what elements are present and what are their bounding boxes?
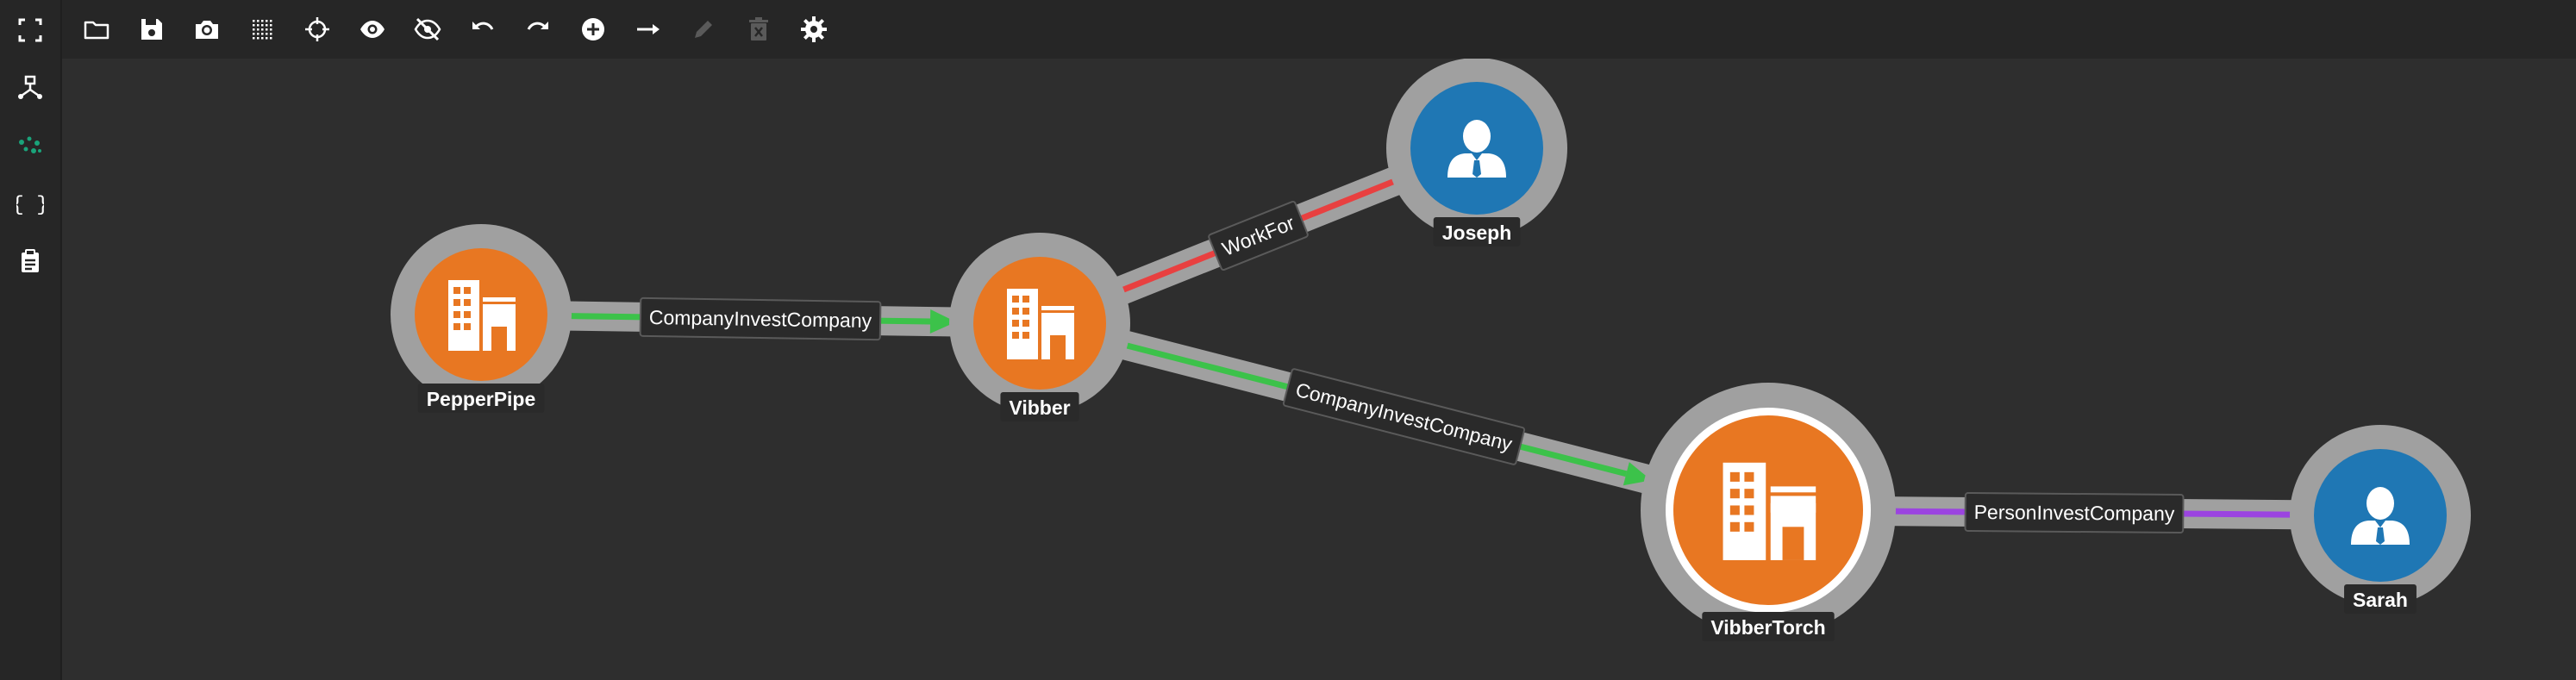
- svg-text:{ }: { }: [16, 194, 44, 217]
- fullscreen-icon: [18, 18, 42, 42]
- sidebar-graph-schema-button[interactable]: [13, 71, 47, 105]
- left-sidebar: { }: [0, 0, 62, 680]
- node-sarah[interactable]: Sarah: [2290, 425, 2471, 614]
- graph-canvas[interactable]: CompanyInvestCompany WorkFor CompanyInvest…: [62, 59, 2576, 680]
- eye-button[interactable]: [355, 12, 390, 47]
- edge-label-box: CompanyInvestCompany: [639, 296, 882, 341]
- save-button[interactable]: [134, 12, 169, 47]
- settings-button[interactable]: [797, 12, 831, 47]
- node-pepperpipe[interactable]: PepperPipe: [391, 224, 572, 413]
- sidebar-json-view-button[interactable]: { }: [13, 186, 47, 221]
- redo-button[interactable]: [521, 12, 555, 47]
- arrow-right-button[interactable]: [631, 12, 666, 47]
- node-circle: [415, 248, 547, 381]
- edge-label: PersonInvestCompany: [1974, 501, 2175, 525]
- top-toolbar: [62, 0, 2576, 59]
- camera-button[interactable]: [190, 12, 224, 47]
- clipboard-icon: [22, 249, 39, 272]
- redo-icon: [527, 22, 548, 30]
- edge-label-box: WorkFor: [1208, 200, 1309, 271]
- crosshair-icon: [305, 17, 329, 41]
- node-circle: [1673, 415, 1863, 605]
- node-circle: [973, 257, 1106, 390]
- save-icon: [141, 19, 162, 40]
- add-circle-button[interactable]: [576, 12, 610, 47]
- delete-icon: [749, 17, 768, 41]
- json-view-icon: { }: [16, 194, 44, 217]
- open-folder-button[interactable]: [79, 12, 114, 47]
- node-label: Sarah: [2353, 589, 2408, 611]
- settings-icon: [801, 16, 827, 42]
- crosshair-button[interactable]: [300, 12, 335, 47]
- node-vibber[interactable]: Vibber: [949, 233, 1130, 421]
- node-joseph[interactable]: Joseph: [1386, 59, 1567, 246]
- edge-label: CompanyInvestCompany: [649, 306, 872, 332]
- delete-button[interactable]: [741, 12, 776, 47]
- grid-button[interactable]: [245, 12, 279, 47]
- arrow-right-icon: [637, 24, 660, 34]
- edge-label-box: PersonInvestCompany: [1964, 491, 2185, 534]
- grid-icon: [253, 20, 272, 40]
- open-folder-icon: [84, 21, 109, 40]
- edit-button[interactable]: [686, 12, 721, 47]
- node-label: Joseph: [1442, 221, 1512, 244]
- graph-schema-icon: [18, 75, 42, 99]
- sidebar-clipboard-button[interactable]: [13, 244, 47, 278]
- sidebar-graph-view-button[interactable]: [13, 128, 47, 163]
- undo-icon: [472, 22, 494, 30]
- camera-icon: [196, 21, 218, 39]
- edit-icon: [695, 21, 712, 38]
- add-circle-icon: [582, 18, 604, 41]
- graph-svg[interactable]: CompanyInvestCompany WorkFor CompanyInvest…: [62, 59, 2576, 680]
- node-label: PepperPipe: [427, 388, 536, 410]
- edge-label-box: CompanyInvestCompany: [1282, 368, 1526, 465]
- graph-view-icon: [19, 136, 41, 153]
- node-vibbertorch[interactable]: VibberTorch: [1641, 383, 1896, 641]
- node-label: VibberTorch: [1710, 616, 1825, 639]
- sidebar-fullscreen-button[interactable]: [13, 13, 47, 47]
- eye-off-button[interactable]: [410, 12, 445, 47]
- eye-icon: [360, 21, 385, 38]
- undo-button[interactable]: [466, 12, 500, 47]
- node-label: Vibber: [1009, 396, 1070, 419]
- eye-off-icon: [414, 17, 441, 41]
